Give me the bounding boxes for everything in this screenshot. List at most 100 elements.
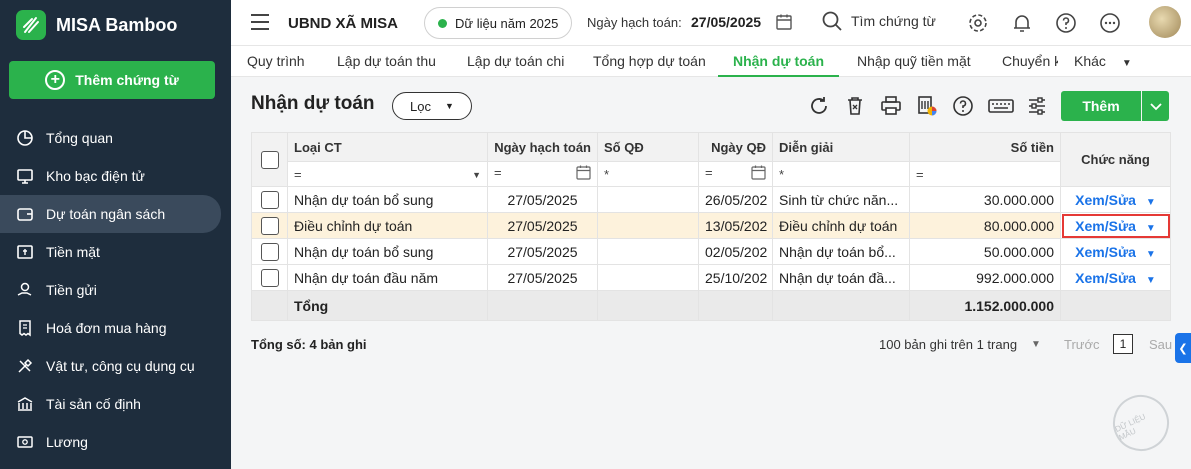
calendar-icon[interactable]	[576, 165, 591, 183]
sample-data-watermark: DỮ LIỆU MẪU	[1103, 385, 1179, 461]
filter-op-equals[interactable]: =	[705, 165, 713, 180]
filter-button[interactable]: Lọc ▼	[392, 92, 472, 120]
sidebar-item-vat-tu[interactable]: Vật tư, công cụ dụng cụ	[0, 347, 231, 385]
table-row[interactable]: Điều chỉnh dự toán 27/05/2025 13/05/202 …	[251, 212, 1171, 239]
tab-quy-trinh[interactable]: Quy trình	[247, 46, 305, 77]
col-header-amount[interactable]: Số tiền	[909, 132, 1061, 162]
total-amount: 1.152.000.000	[909, 290, 1061, 321]
help-icon[interactable]	[952, 95, 974, 117]
row-checkbox[interactable]	[260, 268, 279, 287]
sidebar-item-hoa-don[interactable]: Hoá đơn mua hàng	[0, 309, 231, 347]
current-page[interactable]: 1	[1113, 334, 1133, 354]
row-checkbox[interactable]	[260, 190, 279, 209]
filter-amount-cell[interactable]: =	[909, 161, 1061, 187]
view-edit-link[interactable]: Xem/Sửa	[1075, 270, 1136, 286]
sidebar-item-luong[interactable]: Lương	[0, 423, 231, 461]
sidebar-item-label: Tài sản cố định	[46, 396, 141, 412]
cell-description: Sinh từ chức năn...	[772, 186, 910, 213]
cell-amount: 80.000.000	[909, 212, 1061, 239]
main-content: Nhận dự toán Lọc ▼ Thêm Loại CT Ngày hạc…	[231, 77, 1191, 469]
refresh-icon[interactable]	[808, 95, 830, 117]
search-box[interactable]: Tìm chứng từ	[821, 10, 936, 32]
sidebar-item-tong-quan[interactable]: Tổng quan	[0, 119, 231, 157]
template-color-icon[interactable]	[916, 95, 938, 117]
settings-gear-icon[interactable]	[967, 12, 989, 34]
brand[interactable]: MISA Bamboo	[16, 10, 177, 40]
view-edit-link[interactable]: Xem/Sửa	[1075, 192, 1136, 208]
row-checkbox[interactable]	[260, 216, 279, 235]
sidebar-item-kho-bac[interactable]: Kho bạc điện tử	[0, 157, 231, 195]
filter-type-cell[interactable]: = ▼	[287, 161, 488, 187]
calendar-icon[interactable]	[775, 13, 793, 34]
data-year-selector[interactable]: Dữ liệu năm 2025	[424, 7, 573, 39]
page-size-selector[interactable]: 100 bản ghi trên 1 trang	[879, 337, 1017, 352]
prev-page-button[interactable]: Trước	[1064, 337, 1100, 352]
tab-tong-hop-du-toan[interactable]: Tổng hợp dự toán	[593, 46, 706, 77]
tab-nhan-du-toan[interactable]: Nhận dự toán	[718, 46, 839, 77]
cash-icon	[16, 243, 34, 261]
search-icon	[822, 11, 842, 31]
row-select-cell	[251, 212, 288, 239]
row-checkbox[interactable]	[260, 242, 279, 261]
sidebar-item-tien-gui[interactable]: Tiền gửi	[0, 271, 231, 309]
sidebar-item-du-toan[interactable]: Dự toán ngân sách	[0, 195, 221, 233]
col-header-posting-date[interactable]: Ngày hạch toán	[487, 132, 598, 162]
col-header-decision-date[interactable]: Ngày QĐ	[698, 132, 773, 162]
user-avatar[interactable]	[1149, 6, 1181, 38]
tab-lap-du-toan-chi[interactable]: Lập dự toán chi	[467, 46, 564, 77]
collapse-panel-tab[interactable]: ❮	[1175, 333, 1191, 363]
column-settings-icon[interactable]	[1026, 95, 1048, 117]
next-page-button[interactable]: Sau	[1149, 337, 1172, 352]
select-all-checkbox[interactable]	[260, 150, 279, 169]
chevron-left-icon: ❮	[1178, 342, 1188, 355]
table-row[interactable]: Nhận dự toán bổ sung 27/05/2025 02/05/20…	[251, 238, 1171, 265]
filter-op-contains[interactable]: *	[604, 167, 609, 182]
sidebar-item-tai-san[interactable]: Tài sản cố định	[0, 385, 231, 423]
filter-op-equals[interactable]: =	[494, 165, 502, 180]
add-voucher-button[interactable]: + Thêm chứng từ	[9, 61, 215, 99]
filter-op-equals[interactable]: =	[916, 167, 924, 182]
tab-chuyen-khoan[interactable]: Chuyển k	[1002, 46, 1058, 77]
chevron-down-icon[interactable]: ▼	[1146, 223, 1156, 234]
posting-date-value[interactable]: 27/05/2025	[691, 14, 761, 30]
filter-op-contains[interactable]: *	[779, 167, 784, 182]
sidebar-nav: Tổng quan Kho bạc điện tử Dự toán ngân s…	[0, 119, 231, 461]
col-header-description[interactable]: Diễn giải	[772, 132, 910, 162]
chevron-down-icon[interactable]: ▼	[1146, 197, 1156, 208]
chevron-down-icon[interactable]: ▼	[472, 170, 481, 180]
chevron-down-icon[interactable]: ▼	[1031, 339, 1041, 350]
add-dropdown-button[interactable]	[1142, 91, 1169, 121]
col-header-decision-no[interactable]: Số QĐ	[597, 132, 699, 162]
add-button[interactable]: Thêm	[1061, 91, 1141, 121]
menu-icon[interactable]	[251, 14, 269, 35]
tab-nhap-quy-tien-mat[interactable]: Nhập quỹ tiền mặt	[857, 46, 971, 77]
filter-description-cell[interactable]: *	[772, 161, 910, 187]
page-title: Nhận dự toán	[251, 93, 375, 114]
search-placeholder: Tìm chứng từ	[851, 13, 936, 29]
col-header-actions: Chức năng	[1060, 132, 1171, 187]
table-row[interactable]: Nhận dự toán bổ sung 27/05/2025 26/05/20…	[251, 186, 1171, 213]
recycle-bin-icon[interactable]	[844, 95, 866, 117]
tab-khac[interactable]: Khác ▼	[1074, 46, 1132, 77]
table-header-row: Loại CT Ngày hạch toán Số QĐ Ngày QĐ Diễ…	[251, 132, 1171, 187]
col-header-type[interactable]: Loại CT	[287, 132, 488, 162]
print-icon[interactable]	[880, 95, 902, 117]
calendar-icon[interactable]	[751, 165, 766, 183]
filter-posting-date-cell[interactable]: =	[487, 161, 598, 187]
filter-decision-no-cell[interactable]: *	[597, 161, 699, 187]
bell-icon[interactable]	[1011, 12, 1033, 34]
view-edit-link[interactable]: Xem/Sửa	[1075, 244, 1136, 260]
filter-decision-date-cell[interactable]: =	[698, 161, 773, 187]
help-icon[interactable]	[1055, 12, 1077, 34]
tools-icon	[16, 357, 34, 375]
tab-lap-du-toan-thu[interactable]: Lập dự toán thu	[337, 46, 436, 77]
chevron-down-icon[interactable]: ▼	[1146, 249, 1156, 260]
keyboard-icon[interactable]	[988, 95, 1014, 117]
view-edit-link[interactable]: Xem/Sửa	[1075, 218, 1136, 234]
table-row[interactable]: Nhận dự toán đầu năm 27/05/2025 25/10/20…	[251, 264, 1171, 291]
chevron-down-icon[interactable]: ▼	[1146, 275, 1156, 286]
filter-op-equals[interactable]: =	[294, 167, 302, 182]
more-options-icon[interactable]	[1099, 12, 1121, 34]
cell-decision-no	[597, 264, 699, 291]
sidebar-item-tien-mat[interactable]: Tiền mặt	[0, 233, 231, 271]
